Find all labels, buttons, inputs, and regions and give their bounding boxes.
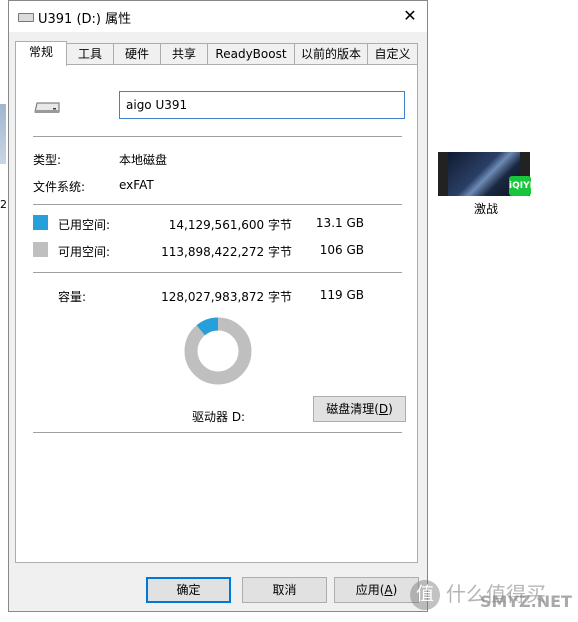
ok-button[interactable]: 确定: [146, 577, 231, 603]
tab-tools[interactable]: 工具: [66, 43, 114, 65]
general-panel: 类型: 本地磁盘 文件系统: exFAT 已用空间: 14,129,561,60…: [15, 64, 418, 563]
disk-cleanup-prefix: 磁盘清理(: [326, 402, 379, 416]
drive-title-icon: [18, 13, 34, 22]
tab-previous-versions[interactable]: 以前的版本: [294, 43, 368, 65]
tab-readyboost[interactable]: ReadyBoost: [207, 43, 295, 65]
used-space-arc: [196, 317, 219, 336]
disk-cleanup-suffix: ): [388, 402, 393, 416]
separator: [33, 136, 402, 137]
tab-customize[interactable]: 自定义: [367, 43, 418, 65]
tab-hardware[interactable]: 硬件: [113, 43, 161, 65]
type-value: 本地磁盘: [119, 153, 168, 167]
iqiyi-badge-icon: iQIYI: [509, 176, 533, 196]
desktop-item-label: 激战: [473, 202, 498, 216]
filesystem-label: 文件系统:: [33, 180, 86, 194]
tab-strip: 常规 工具 硬件 共享 ReadyBoost 以前的版本 自定义: [15, 41, 419, 66]
apply-suffix: ): [392, 583, 398, 597]
drive-letter-label: 驱动器 D:: [192, 410, 246, 424]
capacity-label: 容量:: [58, 290, 87, 304]
free-space-bytes: 113,898,422,272 字节: [161, 245, 292, 259]
used-space-label: 已用空间:: [58, 218, 111, 232]
free-space-arc: [184, 317, 252, 385]
free-space-swatch: [33, 242, 48, 257]
separator: [33, 204, 402, 205]
free-space-size: 106 GB: [319, 243, 364, 257]
apply-hotkey: A: [384, 583, 393, 597]
watermark-logo-icon: 值: [410, 580, 440, 610]
desktop-left-edge: 2: [0, 0, 8, 622]
capacity-bytes: 128,027,983,872 字节: [161, 290, 292, 304]
watermark: 值 什么值得买 SMYZ.NET: [408, 576, 578, 622]
volume-name-input[interactable]: [119, 91, 405, 119]
cancel-button[interactable]: 取消: [242, 577, 327, 603]
desktop-area: [428, 0, 578, 622]
title-bar: U391 (D:) 属性 ✕: [9, 1, 427, 32]
tab-sharing[interactable]: 共享: [160, 43, 208, 65]
used-space-swatch: [33, 215, 48, 230]
close-button[interactable]: ✕: [397, 4, 423, 28]
properties-dialog: U391 (D:) 属性 ✕ 常规 工具 硬件 共享 ReadyBoost 以前…: [8, 0, 428, 612]
type-label: 类型:: [33, 153, 62, 167]
capacity-size: 119 GB: [319, 288, 364, 302]
usb-drive-icon: [34, 102, 60, 113]
disk-cleanup-hotkey: D: [378, 402, 389, 416]
disk-cleanup-button[interactable]: 磁盘清理(D): [313, 396, 406, 422]
desktop-partial-icon: [0, 104, 6, 164]
usage-donut-chart: [184, 317, 252, 385]
used-space-size: 13.1 GB: [315, 216, 364, 230]
tab-general[interactable]: 常规: [15, 41, 67, 66]
watermark-domain: SMYZ.NET: [480, 592, 572, 611]
separator: [33, 272, 402, 273]
apply-prefix: 应用(: [355, 583, 385, 597]
filesystem-value: exFAT: [119, 178, 154, 192]
desktop-partial-label: 2: [0, 198, 7, 211]
separator: [33, 432, 402, 433]
free-space-label: 可用空间:: [58, 245, 111, 259]
used-space-bytes: 14,129,561,600 字节: [168, 218, 292, 232]
apply-button[interactable]: 应用(A): [334, 577, 419, 603]
window-title: U391 (D:) 属性: [38, 12, 132, 27]
